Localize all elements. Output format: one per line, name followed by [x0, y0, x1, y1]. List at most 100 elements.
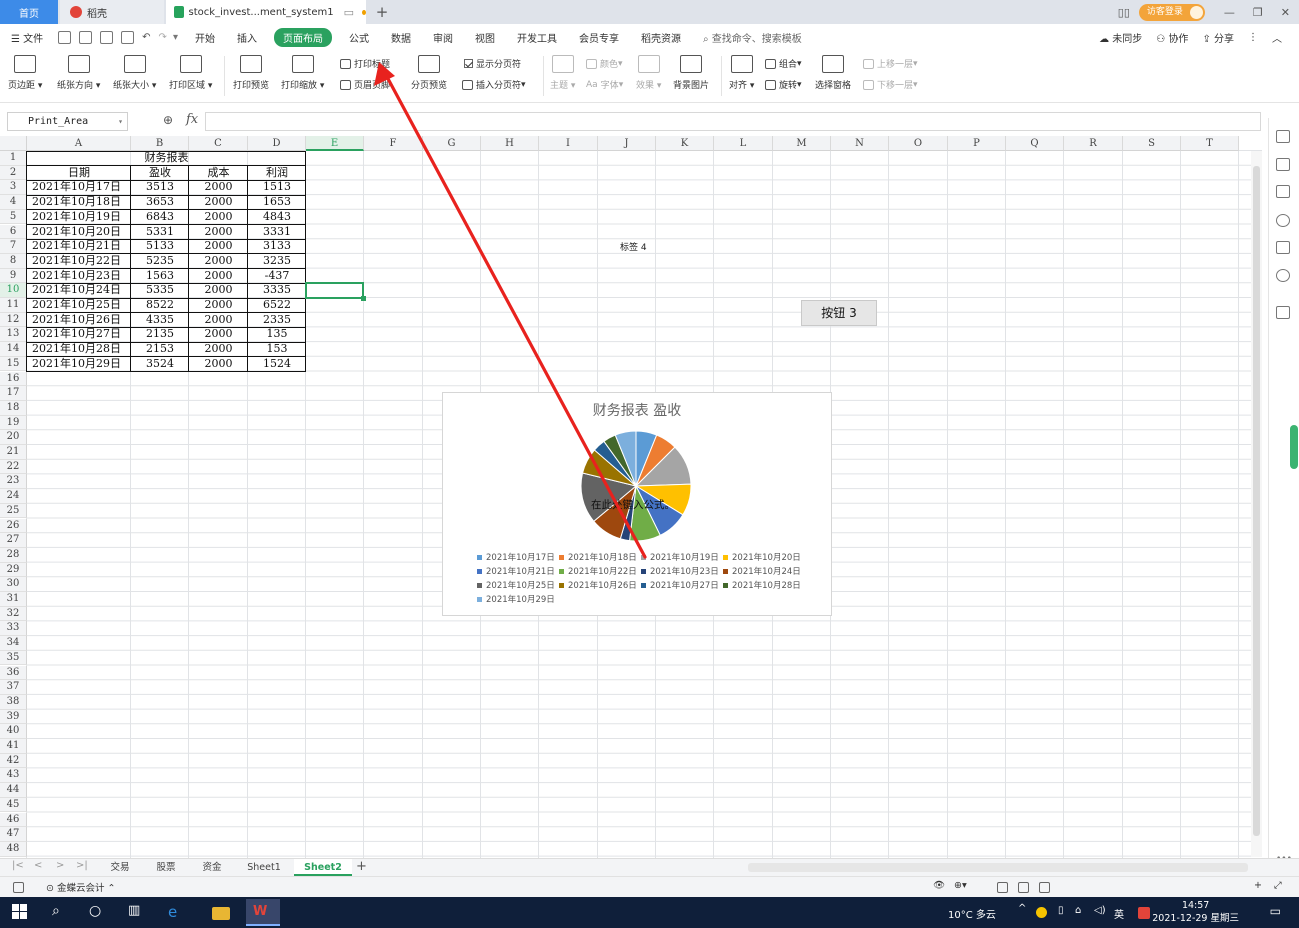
data-cell[interactable]: 2021年10月17日 [32, 180, 121, 195]
align-button[interactable]: 对齐 ▾ [729, 52, 754, 91]
battery-icon[interactable]: ▯ [1058, 905, 1064, 924]
header-footer-button[interactable]: 页眉页脚 [340, 78, 390, 91]
export-icon[interactable] [79, 30, 93, 44]
data-cell[interactable]: 2021年10月21日 [32, 239, 121, 254]
collab-button[interactable]: ⚇ 协作 [1156, 30, 1188, 45]
data-cell[interactable]: 3335 [248, 283, 306, 298]
legend-item[interactable]: 2021年10月28日 [723, 579, 801, 591]
row-header[interactable]: 4 [0, 195, 27, 210]
row-header[interactable]: 15 [0, 356, 27, 372]
data-cell[interactable]: 2000 [189, 239, 248, 254]
row-header[interactable]: 38 [0, 694, 27, 710]
column-header[interactable]: R [1064, 136, 1123, 151]
page-break-view-icon[interactable] [1039, 882, 1050, 893]
group-button[interactable]: 组合 ▾ [765, 57, 802, 70]
column-header[interactable]: P [948, 136, 1006, 151]
data-cell[interactable]: 2021年10月24日 [32, 283, 121, 298]
cortana-icon[interactable]: ○ [89, 903, 101, 922]
zoom-in-icon[interactable]: + [1254, 880, 1262, 891]
bring-forward-button[interactable]: 上移一层 ▾ [863, 57, 918, 70]
tab-docer[interactable]: 稻壳 [60, 0, 164, 24]
data-cell[interactable]: 153 [248, 342, 306, 357]
column-header[interactable]: J [598, 136, 656, 151]
data-cell[interactable]: 2021年10月27日 [32, 327, 121, 342]
horizontal-scrollbar[interactable] [748, 863, 1248, 872]
row-header[interactable]: 12 [0, 312, 27, 328]
column-header[interactable]: L [714, 136, 773, 151]
row-header[interactable]: 30 [0, 577, 27, 592]
data-cell[interactable]: 8522 [131, 298, 189, 313]
sync-button[interactable]: ☁ 未同步 [1099, 30, 1142, 45]
last-sheet-icon[interactable]: >| [76, 860, 88, 871]
data-cell[interactable]: 2021年10月26日 [32, 313, 121, 328]
legend-item[interactable]: 2021年10月17日 [477, 551, 555, 563]
select-all-corner[interactable] [0, 136, 27, 151]
sheet-tab-sheet1[interactable]: Sheet1 [236, 859, 292, 876]
data-cell[interactable]: 3331 [248, 225, 306, 240]
menu-member[interactable]: 会员专享 [579, 30, 619, 45]
sogou-icon[interactable] [1138, 907, 1150, 919]
legend-item[interactable]: 2021年10月20日 [723, 551, 801, 563]
data-cell[interactable]: 6843 [131, 210, 189, 225]
column-header[interactable]: C [189, 136, 248, 151]
legend-item[interactable]: 2021年10月22日 [559, 565, 637, 577]
task-view-icon[interactable]: ▥ [128, 903, 140, 922]
macro-icon[interactable] [13, 882, 24, 893]
screen-icon[interactable]: ▭ [344, 6, 354, 19]
data-cell[interactable]: 2000 [189, 195, 248, 210]
selection-pane-button[interactable]: 选择窗格 [815, 52, 851, 91]
data-cell[interactable]: 135 [248, 327, 306, 342]
row-header[interactable]: 10 [0, 283, 27, 298]
data-cell[interactable]: 1563 [131, 269, 189, 284]
row-header[interactable]: 25 [0, 503, 27, 519]
help-icon[interactable] [1276, 214, 1290, 227]
ime-indicator[interactable]: 英 [1114, 906, 1124, 921]
data-cell[interactable]: 3133 [248, 239, 306, 254]
legend-item[interactable]: 2021年10月19日 [641, 551, 719, 563]
orientation-button[interactable]: 纸张方向 ▾ [57, 52, 100, 91]
margins-button[interactable]: 页边距 ▾ [8, 52, 42, 91]
chart-formula-placeholder[interactable]: 在此处键入公式。 [591, 497, 675, 512]
print-scale-button[interactable]: 打印缩放 ▾ [281, 52, 324, 91]
sheet-tab-sheet2[interactable]: Sheet2 [294, 859, 352, 876]
data-cell[interactable]: 2000 [189, 254, 248, 269]
header-cell[interactable]: 日期 [27, 166, 131, 181]
theme-button[interactable]: 主题 ▾ [550, 52, 575, 91]
data-cell[interactable]: 2153 [131, 342, 189, 357]
legend-item[interactable]: 2021年10月23日 [641, 565, 719, 577]
zoom-icon[interactable]: ⊕ [163, 113, 173, 127]
column-header[interactable]: D [248, 136, 306, 151]
page-layout-view-icon[interactable] [1018, 882, 1029, 893]
row-header[interactable]: 22 [0, 459, 27, 475]
row-header[interactable]: 48 [0, 841, 27, 857]
column-header[interactable]: S [1123, 136, 1181, 151]
data-cell[interactable]: 2000 [189, 180, 248, 195]
browser-icon[interactable]: e [168, 903, 177, 922]
search-icon[interactable]: ⌕ [52, 903, 60, 922]
header-cell[interactable]: 利润 [248, 166, 306, 181]
data-cell[interactable]: 6522 [248, 298, 306, 313]
volume-icon[interactable]: ◁) [1094, 905, 1106, 924]
page-break-preview-button[interactable]: 分页预览 [411, 52, 447, 91]
data-cell[interactable]: 2021年10月23日 [32, 269, 121, 284]
first-sheet-icon[interactable]: |< [12, 860, 24, 871]
column-header[interactable]: F [364, 136, 423, 151]
paper-size-button[interactable]: 纸张大小 ▾ [113, 52, 156, 91]
restore-icon[interactable]: ❐ [1253, 6, 1263, 19]
sheet-tab-stock[interactable]: 股票 [144, 859, 188, 876]
redo-icon[interactable]: ↷ [159, 32, 167, 43]
column-header[interactable]: G [423, 136, 481, 151]
data-cell[interactable]: 2000 [189, 342, 248, 357]
data-cell[interactable]: 4843 [248, 210, 306, 225]
wps-app-icon[interactable]: W [246, 899, 280, 926]
data-cell[interactable]: 3513 [131, 180, 189, 195]
effects-button[interactable]: 效果 ▾ [636, 52, 661, 91]
cloud-icon[interactable] [1276, 269, 1290, 282]
row-header[interactable]: 6 [0, 224, 27, 240]
eye-protection-icon[interactable]: 👁 [933, 880, 945, 891]
weather-widget[interactable]: 10°C 多云 [948, 906, 996, 921]
row-header[interactable]: 42 [0, 753, 27, 769]
row-header[interactable]: 14 [0, 342, 27, 357]
data-cell[interactable]: 2021年10月28日 [32, 342, 121, 357]
background-image-button[interactable]: 背景图片 [673, 52, 709, 91]
